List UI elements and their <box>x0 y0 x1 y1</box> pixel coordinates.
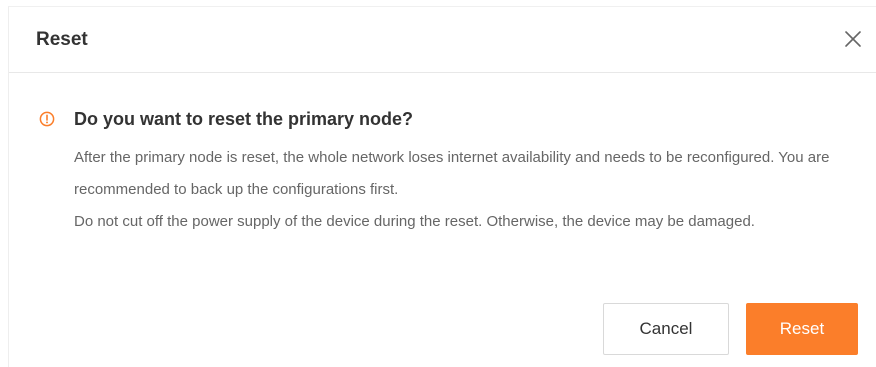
close-icon <box>845 31 861 47</box>
reset-button[interactable]: Reset <box>746 303 858 355</box>
close-button[interactable] <box>841 27 865 51</box>
dialog-title: Reset <box>36 29 88 50</box>
description-paragraph: Do not cut off the power supply of the d… <box>74 213 755 230</box>
description: After the primary node is reset, the who… <box>74 142 864 238</box>
confirmation-question: Do you want to reset the primary node? <box>74 109 414 129</box>
page: Reset Do you want to reset the primary n… <box>0 0 876 367</box>
description-paragraph: After the primary node is reset, the who… <box>74 149 830 198</box>
warning-circle-icon <box>39 111 55 127</box>
cancel-button[interactable]: Cancel <box>603 303 729 355</box>
reset-dialog: Reset Do you want to reset the primary n… <box>8 6 876 367</box>
dialog-header: Reset <box>9 7 876 73</box>
